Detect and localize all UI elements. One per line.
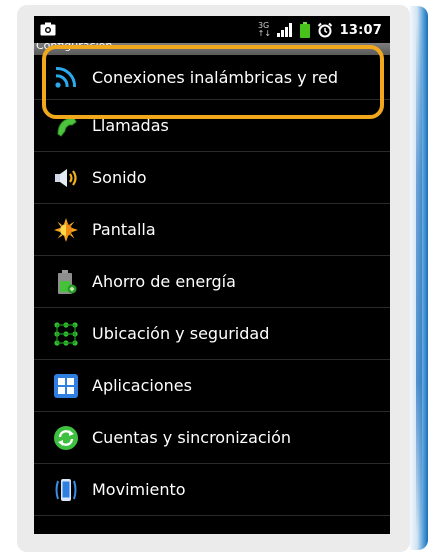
settings-item-label: Llamadas bbox=[92, 116, 169, 135]
settings-item-applications[interactable]: Aplicaciones bbox=[34, 360, 390, 412]
status-bar: 3G ↑↓ 13:07 bbox=[34, 16, 390, 43]
settings-item-sound[interactable]: Sonido bbox=[34, 152, 390, 204]
card-edge-decoration bbox=[410, 6, 428, 550]
settings-list: Conexiones inalámbricas y red Llamadas S… bbox=[34, 55, 390, 516]
settings-item-label: Conexiones inalámbricas y red bbox=[92, 67, 338, 87]
wifi-icon bbox=[52, 63, 80, 91]
settings-item-label: Movimiento bbox=[92, 480, 186, 499]
motion-phone-icon bbox=[52, 476, 80, 504]
settings-header: Configuración bbox=[34, 43, 390, 55]
page-title: Configuración bbox=[36, 43, 113, 52]
speaker-icon bbox=[52, 164, 80, 192]
settings-item-display[interactable]: Pantalla bbox=[34, 204, 390, 256]
apps-grid-icon bbox=[52, 372, 80, 400]
settings-item-location-security[interactable]: Ubicación y seguridad bbox=[34, 308, 390, 360]
screenshot-icon bbox=[40, 22, 56, 36]
settings-item-label: Sonido bbox=[92, 168, 147, 187]
settings-item-label: Pantalla bbox=[92, 220, 156, 239]
settings-item-motion[interactable]: Movimiento bbox=[34, 464, 390, 516]
brightness-icon bbox=[52, 216, 80, 244]
settings-item-power-saving[interactable]: Ahorro de energía bbox=[34, 256, 390, 308]
alarm-icon bbox=[317, 22, 332, 38]
settings-item-label: Cuentas y sincronización bbox=[92, 428, 292, 447]
network-type-icon: 3G ↑↓ bbox=[257, 22, 272, 38]
status-time: 13:07 bbox=[339, 22, 382, 38]
sync-icon bbox=[52, 424, 80, 452]
phone-handset-icon bbox=[52, 112, 80, 140]
settings-item-calls[interactable]: Llamadas bbox=[34, 100, 390, 152]
battery-saver-icon bbox=[52, 268, 80, 296]
battery-icon bbox=[299, 22, 310, 38]
location-grid-icon bbox=[52, 320, 80, 348]
phone-screen: 3G ↑↓ 13:07 Configuración Conexiones ina… bbox=[34, 16, 390, 534]
settings-item-accounts-sync[interactable]: Cuentas y sincronización bbox=[34, 412, 390, 464]
settings-item-label: Aplicaciones bbox=[92, 376, 192, 395]
settings-item-label: Ubicación y seguridad bbox=[92, 324, 270, 343]
settings-item-wireless[interactable]: Conexiones inalámbricas y red bbox=[34, 55, 390, 100]
network-activity-arrows: ↑↓ bbox=[257, 29, 272, 38]
settings-item-label: Ahorro de energía bbox=[92, 272, 236, 291]
signal-bars-icon bbox=[276, 23, 292, 37]
